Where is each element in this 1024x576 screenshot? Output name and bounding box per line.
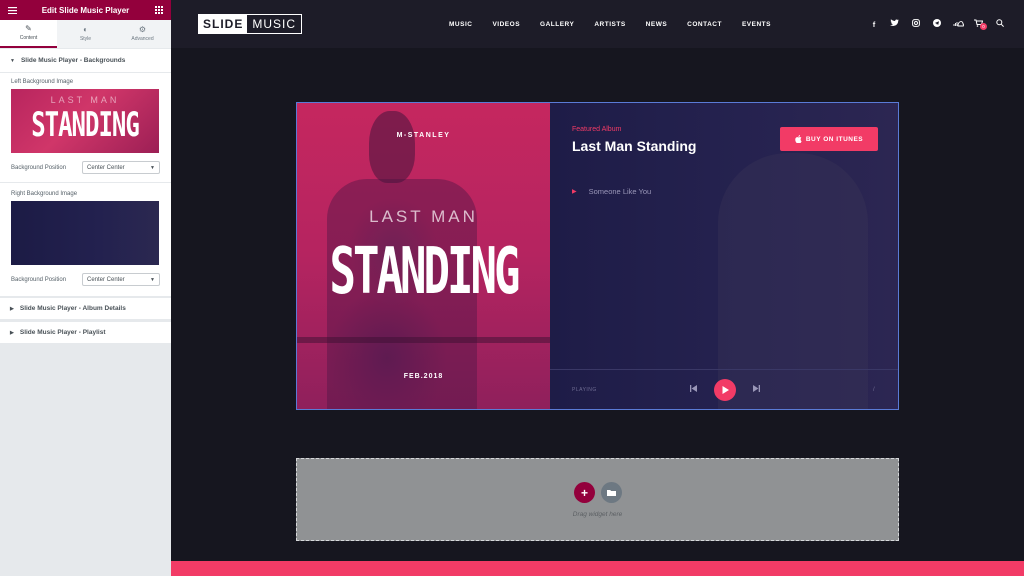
apple-icon [795, 135, 802, 143]
folder-icon [607, 490, 616, 496]
soundcloud-icon[interactable] [953, 20, 965, 29]
half-circle-icon: ◐ [83, 25, 88, 34]
cover-photo-bench [297, 337, 550, 343]
left-bg-label: Left Background Image [11, 79, 74, 85]
album-cover-panel: M-STANLEY LAST MAN STANDING FEB.2018 [297, 103, 550, 409]
featured-label: Featured Album [572, 126, 622, 133]
play-button[interactable] [714, 379, 736, 401]
nav-artists[interactable]: ARTISTS [594, 21, 625, 28]
panel-title: Edit Slide Music Player [41, 5, 130, 15]
tab-advanced-label: Advanced [131, 36, 154, 42]
playlist-track[interactable]: ▶ Someone Like You [572, 187, 651, 196]
release-date: FEB.2018 [403, 373, 444, 380]
footer-accent-bar [171, 561, 1024, 576]
tab-content-label: Content [19, 35, 38, 41]
right-bg-image-picker[interactable] [11, 201, 159, 265]
now-playing-label: PLAYING [572, 386, 597, 393]
hamburger-icon[interactable] [6, 4, 18, 16]
left-bg-position-row: Background Position Center Center ▼ [0, 153, 171, 180]
play-icon [722, 386, 729, 394]
caret-down-icon: ▼ [10, 57, 15, 64]
facebook-icon[interactable]: f [869, 20, 879, 29]
caret-down-icon: ▼ [150, 276, 155, 283]
section-playlist-title: Slide Music Player - Playlist [19, 329, 106, 336]
cart-count-badge: 0 [979, 23, 987, 30]
nav-news[interactable]: NEWS [646, 21, 668, 28]
nav-contact[interactable]: CONTACT [687, 21, 722, 28]
panel-tabs: ✎ Content ◐ Style ⚙ Advanced [0, 20, 171, 49]
left-bg-image-picker[interactable]: LAST MAN STANDING [11, 89, 159, 153]
caret-right-icon: ▶ [10, 329, 14, 336]
nav-gallery[interactable]: GALLERY [540, 21, 574, 28]
widget-drop-zone[interactable]: + Drag widget here [296, 458, 899, 541]
logo-part1: SLIDE [199, 15, 248, 33]
instagram-icon[interactable] [911, 19, 921, 29]
track-name: Someone Like You [588, 187, 652, 196]
slide-music-player: M-STANLEY LAST MAN STANDING FEB.2018 Fea… [296, 102, 899, 410]
album-title: Last Man Standing [572, 138, 697, 154]
gear-icon: ⚙ [138, 25, 147, 34]
site-header: SLIDE MUSIC MUSIC VIDEOS GALLERY ARTISTS… [171, 0, 1024, 48]
thumb-small-text: LAST MAN [50, 95, 120, 105]
section-backgrounds-header[interactable]: ▼ Slide Music Player - Backgrounds [0, 49, 171, 73]
buy-on-itunes-label: BUY ON ITUNES [805, 135, 864, 143]
tab-style-label: Style [79, 36, 92, 42]
drop-zone-actions: + [574, 482, 622, 503]
editor-panel: Edit Slide Music Player ✎ Content ◐ Styl… [0, 0, 171, 576]
add-template-button[interactable] [601, 482, 622, 503]
divider [0, 182, 171, 183]
cover-title-line2: STANDING [329, 235, 521, 309]
cart-icon[interactable]: 0 [974, 19, 987, 30]
main-nav: MUSIC VIDEOS GALLERY ARTISTS NEWS CONTAC… [449, 21, 771, 28]
next-track-icon[interactable] [753, 385, 760, 394]
telegram-icon[interactable] [932, 19, 942, 29]
tab-content[interactable]: ✎ Content [0, 20, 57, 48]
right-bg-position-row: Background Position Center Center ▼ [0, 265, 171, 292]
twitter-icon[interactable] [890, 19, 900, 29]
right-bg-position-value: Center Center [87, 276, 125, 283]
section-backgrounds-body: Left Background Image LAST MAN STANDING … [0, 73, 171, 296]
cover-photo-figure-head [369, 111, 415, 183]
caret-down-icon: ▼ [150, 164, 155, 171]
section-album-details-title: Slide Music Player - Album Details [19, 305, 126, 312]
previous-track-icon[interactable] [690, 385, 697, 394]
tab-advanced[interactable]: ⚙ Advanced [114, 20, 171, 48]
section-backgrounds-title: Slide Music Player - Backgrounds [20, 57, 126, 64]
tab-style[interactable]: ◐ Style [57, 20, 114, 48]
left-bg-position-label: Background Position [11, 164, 67, 171]
cover-title-line1: LAST MAN [369, 207, 478, 226]
left-bg-position-value: Center Center [87, 164, 125, 171]
site-logo[interactable]: SLIDE MUSIC [198, 14, 303, 34]
buy-on-itunes-button[interactable]: BUY ON ITUNES [780, 127, 878, 151]
album-info-panel: Featured Album Last Man Standing BUY ON … [550, 103, 898, 409]
artist-name: M-STANLEY [396, 132, 451, 139]
play-triangle-icon: ▶ [572, 189, 577, 195]
site-preview: SLIDE MUSIC MUSIC VIDEOS GALLERY ARTISTS… [171, 0, 1024, 576]
search-icon[interactable] [995, 19, 1005, 29]
time-separator: / [873, 386, 875, 393]
drop-zone-text: Drag widget here [572, 511, 623, 518]
social-links: f 0 [869, 19, 1024, 30]
right-bg-label: Right Background Image [11, 191, 78, 197]
panel-header: Edit Slide Music Player [0, 0, 171, 20]
logo-part2: MUSIC [252, 17, 297, 31]
section-playlist-header[interactable]: ▶ Slide Music Player - Playlist [0, 320, 171, 344]
nav-events[interactable]: EVENTS [742, 21, 771, 28]
right-bg-position-label: Background Position [11, 276, 67, 283]
caret-right-icon: ▶ [10, 305, 14, 312]
left-bg-position-select[interactable]: Center Center ▼ [82, 161, 160, 174]
add-section-button[interactable]: + [574, 482, 595, 503]
thumb-big-text: STANDING [31, 105, 140, 145]
right-bg-position-select[interactable]: Center Center ▼ [82, 273, 160, 286]
pencil-icon: ✎ [25, 24, 32, 33]
player-controls: PLAYING / [550, 369, 898, 409]
nav-videos[interactable]: VIDEOS [492, 21, 520, 28]
section-album-details-header[interactable]: ▶ Slide Music Player - Album Details [0, 296, 171, 320]
apps-grid-icon[interactable] [153, 4, 165, 16]
nav-music[interactable]: MUSIC [449, 21, 472, 28]
